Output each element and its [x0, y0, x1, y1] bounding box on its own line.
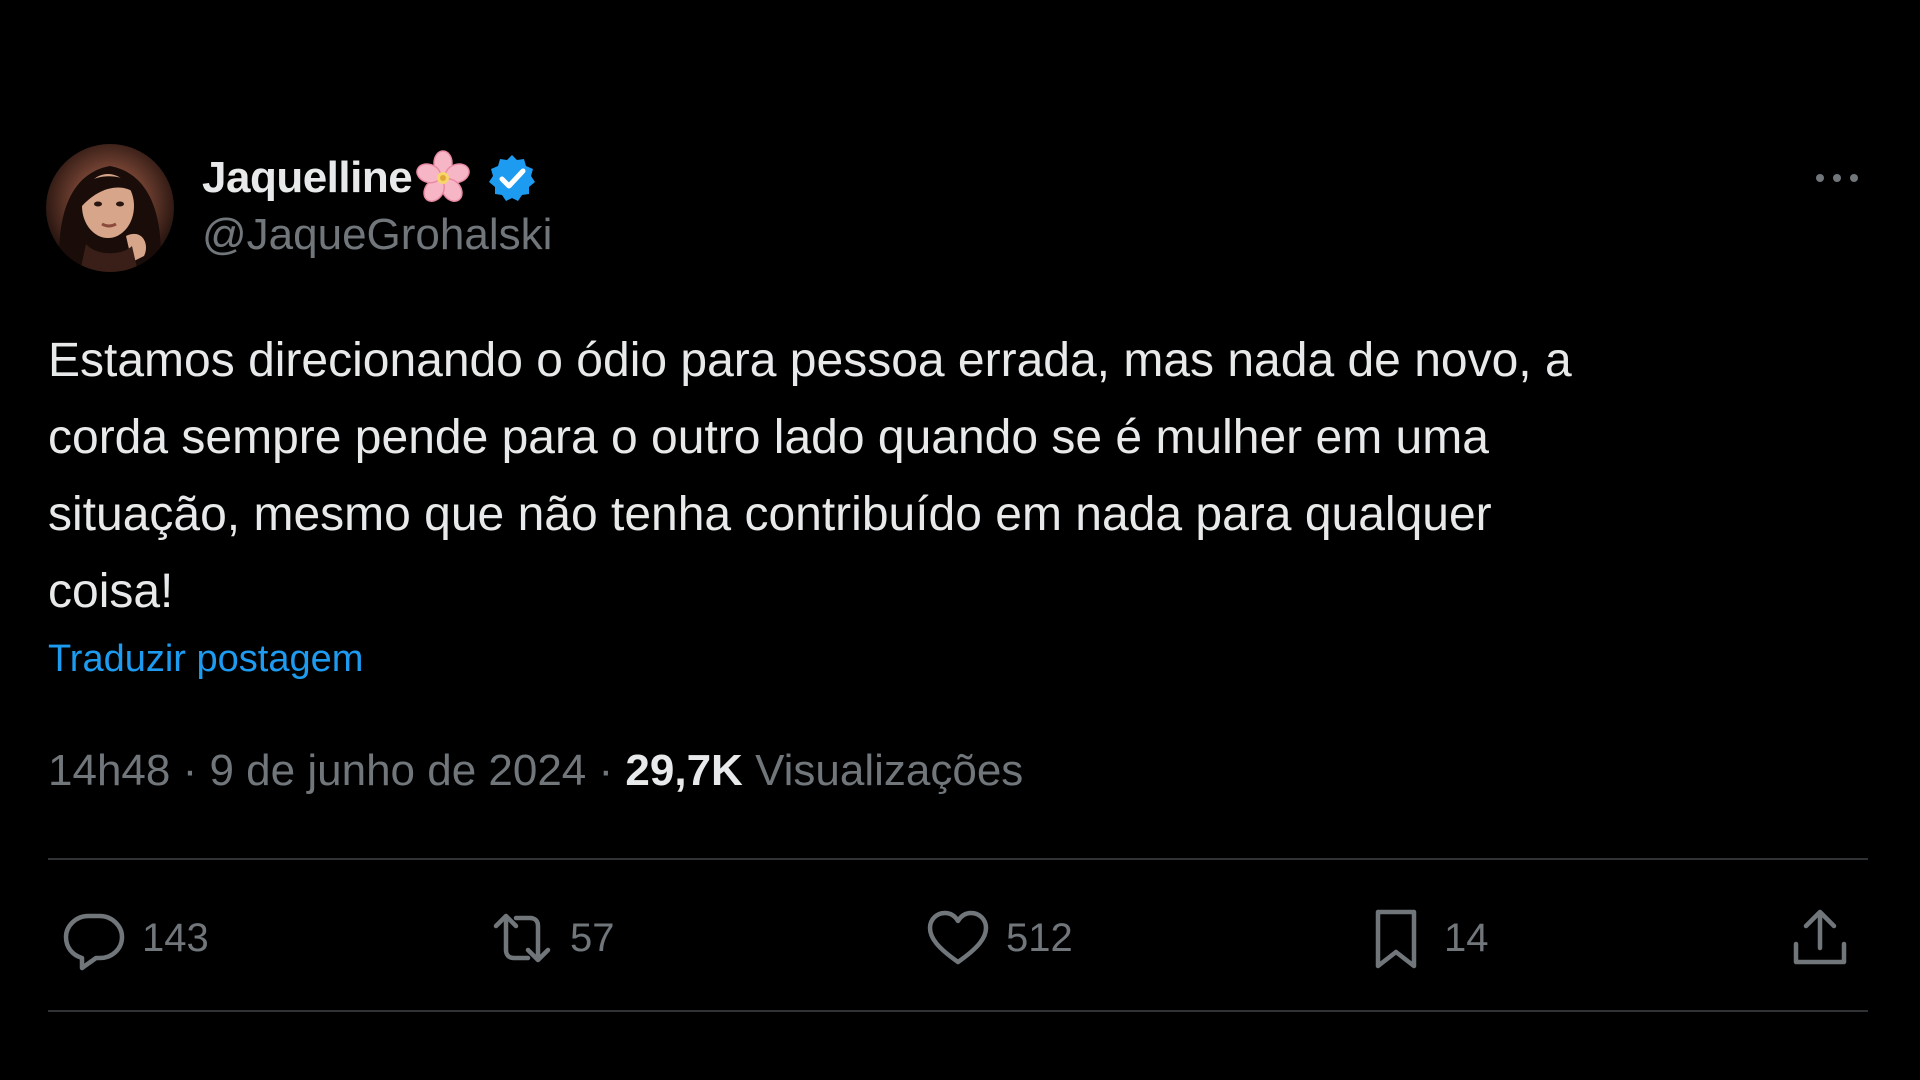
- cherry-blossom-icon: [414, 149, 472, 207]
- avatar[interactable]: [46, 144, 174, 272]
- repost-count: 57: [570, 915, 615, 960]
- tweet-time[interactable]: 14h48: [48, 746, 170, 795]
- divider: [48, 1010, 1868, 1012]
- handle[interactable]: @JaqueGrohalski: [202, 210, 552, 260]
- repost-icon: [488, 904, 556, 972]
- bookmark-icon: [1362, 904, 1430, 972]
- meta-separator: ·: [598, 746, 614, 795]
- action-bar: 143 57 512 14: [48, 898, 1868, 978]
- bookmark-count: 14: [1444, 915, 1489, 960]
- display-name[interactable]: Jaquelline: [202, 153, 413, 203]
- heart-icon: [924, 904, 992, 972]
- tweet-card: Jaquelline @JaqueGrohalski Estamos direc…: [0, 0, 1920, 1080]
- reply-count: 143: [142, 915, 209, 960]
- repost-button[interactable]: 57: [488, 898, 615, 978]
- views-label[interactable]: Visualizações: [755, 746, 1023, 795]
- tweet-text: Estamos direcionando o ódio para pessoa …: [48, 334, 1572, 618]
- bookmark-button[interactable]: 14: [1362, 898, 1489, 978]
- name-row: Jaquelline: [202, 148, 552, 208]
- meta-separator: ·: [182, 746, 198, 795]
- tweet-date[interactable]: 9 de junho de 2024: [209, 746, 586, 795]
- like-button[interactable]: 512: [924, 898, 1073, 978]
- share-button[interactable]: [1786, 898, 1854, 978]
- views-count[interactable]: 29,7K: [625, 746, 742, 795]
- reply-button[interactable]: 143: [60, 898, 209, 978]
- reply-icon: [60, 904, 128, 972]
- like-count: 512: [1006, 915, 1073, 960]
- divider: [48, 858, 1868, 860]
- tweet-meta: 14h48 · 9 de junho de 2024 · 29,7K Visua…: [48, 746, 1023, 796]
- author-info: Jaquelline @JaqueGrohalski: [202, 148, 552, 260]
- verified-badge-icon[interactable]: [486, 152, 538, 204]
- avatar-photo: [59, 166, 161, 272]
- translate-post-link[interactable]: Traduzir postagem: [48, 638, 363, 681]
- more-options-icon[interactable]: [1812, 168, 1862, 188]
- share-icon: [1786, 904, 1854, 972]
